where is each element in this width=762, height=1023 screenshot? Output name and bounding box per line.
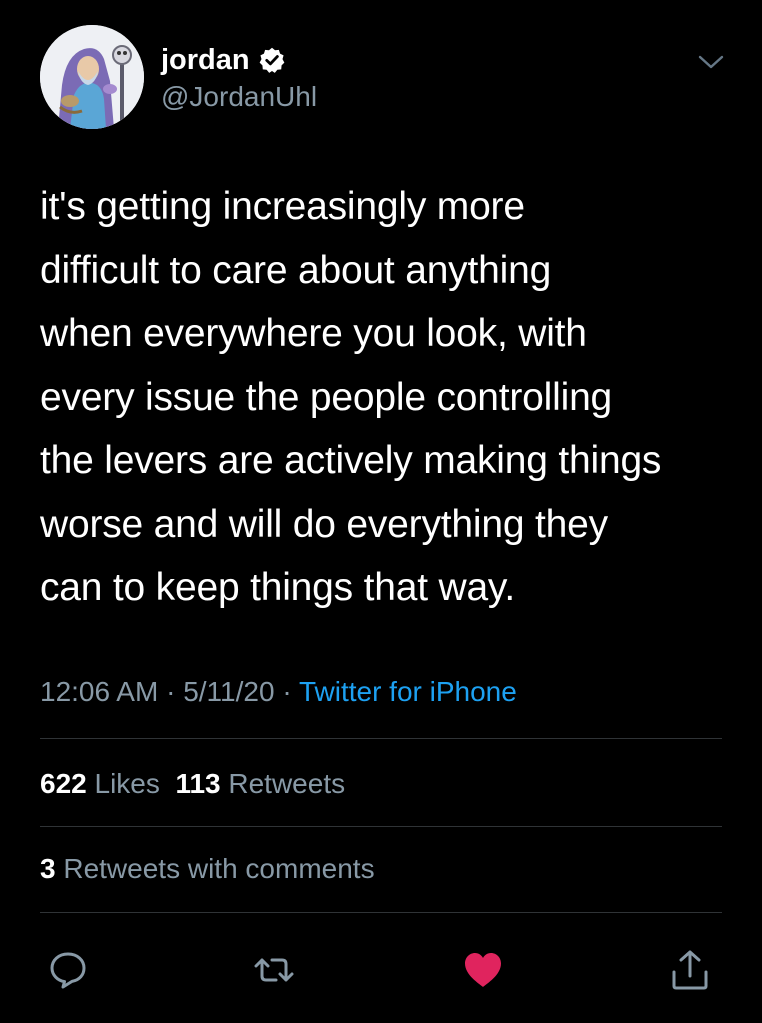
- tweet-text-line: difficult to care about anything: [40, 248, 552, 292]
- retweets-count: 113: [175, 768, 221, 799]
- tweet-detail: jordan @JordanUhl it's getting increasin…: [0, 0, 762, 1023]
- tweet-text-line: every issue the people controlling: [40, 375, 613, 419]
- reply-icon: [50, 952, 86, 989]
- tweet-text-line: the levers are actively making things: [40, 439, 662, 482]
- retweets-with-comments-count: 3: [40, 853, 56, 884]
- divider: [40, 826, 722, 827]
- retweets-label: Retweets: [228, 768, 346, 799]
- tweet-text-line: it's getting increasingly more: [40, 185, 525, 228]
- verified-badge-icon: [258, 46, 286, 74]
- retweet-icon: [254, 958, 294, 982]
- divider: [40, 912, 722, 913]
- tweet-meta: 12:06 AM · 5/11/20 · Twitter for iPhone: [40, 672, 517, 712]
- share-icon: [672, 950, 708, 990]
- likes-label: Likes: [94, 768, 160, 799]
- engagement-stats: 622 Likes 113 Retweets: [40, 764, 345, 804]
- tweet-source-link[interactable]: Twitter for iPhone: [299, 676, 517, 707]
- meta-separator: ·: [274, 676, 299, 707]
- like-button[interactable]: [461, 948, 505, 992]
- author-name-row: jordan: [161, 42, 286, 78]
- tweet-time: 12:06 AM: [40, 676, 159, 707]
- user-handle[interactable]: @JordanUhl: [161, 79, 317, 115]
- tweet-text-line: when everywhere you look, with: [40, 312, 587, 355]
- chevron-down-icon[interactable]: [696, 50, 726, 74]
- likes-count: 622: [40, 768, 87, 799]
- share-button[interactable]: [668, 948, 712, 992]
- like-icon: [465, 953, 501, 987]
- display-name[interactable]: jordan: [161, 42, 250, 78]
- tweet-text-line: worse and will do everything they: [40, 502, 608, 546]
- avatar[interactable]: [40, 25, 144, 129]
- meta-separator: ·: [158, 676, 184, 707]
- tweet-text-line: can to keep things that way.: [40, 566, 515, 609]
- retweets-with-comments-label: Retweets with comments: [63, 853, 375, 884]
- avatar-illustration-icon: [40, 25, 144, 129]
- retweets-with-comments[interactable]: 3 Retweets with comments: [40, 849, 375, 889]
- tweet-text: it's getting increasingly more difficult…: [40, 175, 730, 620]
- tweet-date: 5/11/20: [183, 676, 275, 707]
- divider: [40, 738, 722, 739]
- likes-stat[interactable]: 622 Likes: [40, 768, 160, 799]
- retweets-stat[interactable]: 113 Retweets: [175, 768, 345, 799]
- retweet-button[interactable]: [252, 948, 296, 992]
- reply-button[interactable]: [46, 948, 90, 992]
